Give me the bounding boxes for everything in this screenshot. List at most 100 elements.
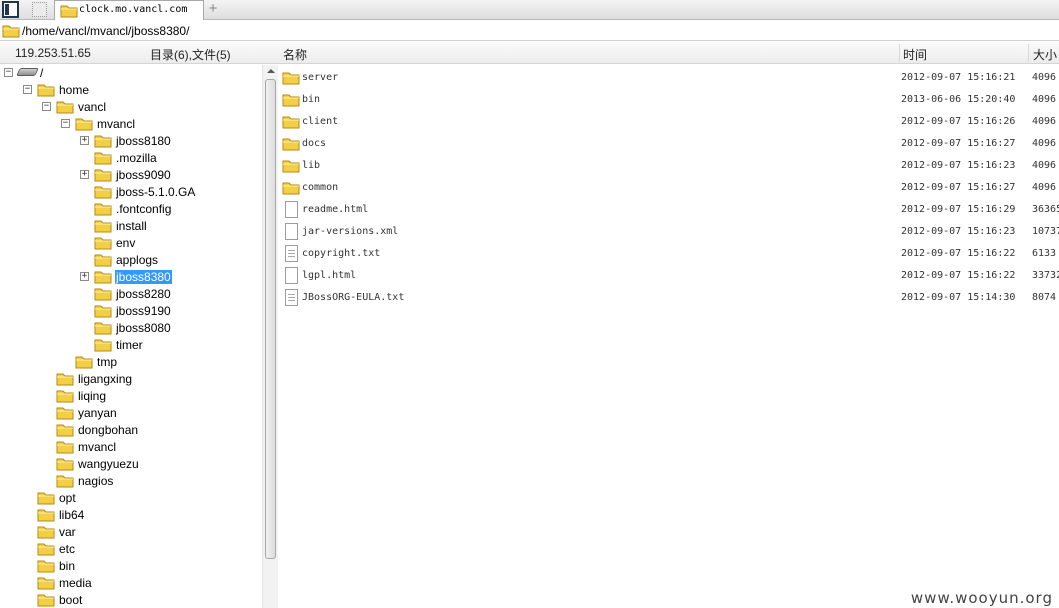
file-time: 2012-09-07 15:16:26 — [901, 116, 1016, 127]
folder-icon — [56, 373, 74, 386]
folder-icon — [37, 509, 55, 522]
tree-node-label: tmp — [97, 355, 118, 369]
tree-node-label: jboss8280 — [116, 287, 171, 301]
file-name: docs — [302, 138, 327, 149]
collapse-icon[interactable]: − — [23, 85, 32, 94]
file-row[interactable]: client 2012-09-07 15:16:26 4096 — [279, 111, 1059, 133]
tree-node-label: media — [59, 576, 92, 590]
folder-icon — [56, 475, 74, 488]
folder-icon — [94, 322, 112, 335]
file-name: common — [302, 182, 339, 193]
file-row[interactable]: bin 2013-06-06 15:20:40 4096 — [279, 89, 1059, 111]
collapse-icon[interactable]: − — [42, 102, 51, 111]
expand-icon[interactable]: + — [80, 272, 89, 281]
file-time: 2012-09-07 15:16:23 — [901, 226, 1016, 237]
folder-icon — [37, 492, 55, 505]
tab-bar: clock.mo.vancl.com + — [0, 0, 1059, 20]
tree-node-label: mvancl — [97, 117, 136, 131]
panel-toggle-icon[interactable] — [2, 1, 19, 18]
tree-node-label: wangyuezu — [78, 457, 139, 471]
tree-node-label: jboss8380 — [115, 270, 172, 284]
file-time: 2012-09-07 15:16:27 — [901, 182, 1016, 193]
column-name-header[interactable]: 名称 — [283, 46, 307, 63]
column-size-header[interactable]: 大小 — [1033, 46, 1057, 63]
folder-icon — [60, 5, 78, 18]
file-size: 8074 — [1032, 292, 1057, 303]
file-name: server — [302, 72, 339, 83]
tree-node-label: dongbohan — [78, 423, 139, 437]
tree-node-label: nagios — [78, 474, 114, 488]
file-row[interactable]: readme.html 2012-09-07 15:16:29 36365 — [279, 199, 1059, 221]
column-divider[interactable] — [1028, 44, 1029, 62]
scrollbar-thumb[interactable] — [265, 79, 276, 559]
folder-icon — [37, 577, 55, 590]
blank-tab-icon[interactable] — [32, 2, 47, 17]
tree-node-label: boot — [59, 593, 83, 607]
file-time: 2012-09-07 15:16:29 — [901, 204, 1016, 215]
file-icon — [285, 267, 298, 284]
new-tab-button[interactable]: + — [206, 1, 220, 17]
file-list: server 2012-09-07 15:16:21 4096 bin 2013-06-… — [279, 65, 1059, 608]
file-icon — [285, 201, 298, 218]
file-name: JBossORG-EULA.txt — [302, 292, 405, 303]
folder-icon — [2, 25, 20, 38]
text-file-icon — [285, 245, 298, 262]
file-name: client — [302, 116, 339, 127]
item-counts: 目录(6),文件(5) — [150, 48, 231, 62]
file-size: 36365 — [1032, 204, 1059, 215]
file-icon — [285, 223, 298, 240]
expand-icon[interactable]: + — [80, 170, 89, 179]
file-size: 4096 — [1032, 116, 1057, 127]
tab-clock-mo-vancl[interactable]: clock.mo.vancl.com — [54, 0, 204, 20]
address-path[interactable]: /home/vancl/mvancl/jboss8380/ — [22, 24, 189, 38]
tree-node-label: liqing — [78, 389, 107, 403]
column-time-header[interactable]: 时间 — [903, 46, 927, 63]
file-time: 2012-09-07 15:16:23 — [901, 160, 1016, 171]
folder-icon — [94, 220, 112, 233]
file-row[interactable]: docs 2012-09-07 15:16:27 4096 — [279, 133, 1059, 155]
folder-icon — [282, 138, 300, 151]
address-bar[interactable]: /home/vancl/mvancl/jboss8380/ — [0, 21, 1059, 41]
folder-icon — [94, 288, 112, 301]
file-row[interactable]: JBossORG-EULA.txt 2012-09-07 15:14:30 8074 — [279, 287, 1059, 309]
folder-icon — [56, 458, 74, 471]
folder-icon — [75, 356, 93, 369]
tree-node-label: / — [40, 66, 44, 80]
folder-icon — [56, 390, 74, 403]
tree-node-label: jboss8180 — [116, 134, 171, 148]
file-time: 2012-09-07 15:16:22 — [901, 270, 1016, 281]
file-name: copyright.txt — [302, 248, 381, 259]
tree-node-label: var — [59, 525, 76, 539]
tab-label: clock.mo.vancl.com — [79, 4, 188, 15]
scroll-up-icon[interactable] — [267, 69, 275, 73]
tree-node-label: jboss9190 — [116, 304, 171, 318]
file-row[interactable]: copyright.txt 2012-09-07 15:16:22 6133 — [279, 243, 1059, 265]
folder-icon — [94, 254, 112, 267]
column-divider[interactable] — [899, 44, 900, 62]
file-size: 4096 — [1032, 94, 1057, 105]
tree-scrollbar[interactable] — [262, 65, 278, 608]
list-header: 119.253.51.65 目录(6),文件(5) 名称 时间 大小 — [0, 42, 1059, 64]
collapse-icon[interactable]: − — [61, 119, 70, 128]
tree-node-label: etc — [59, 542, 76, 556]
tree-node-label: lib64 — [59, 508, 85, 522]
collapse-icon[interactable]: − — [4, 68, 13, 77]
folder-icon — [282, 72, 300, 85]
file-row[interactable]: server 2012-09-07 15:16:21 4096 — [279, 67, 1059, 89]
file-row[interactable]: common 2012-09-07 15:16:27 4096 — [279, 177, 1059, 199]
file-name: jar-versions.xml — [302, 226, 399, 237]
folder-icon — [37, 594, 55, 607]
file-size: 4096 — [1032, 160, 1057, 171]
tree-node-label: .mozilla — [116, 151, 157, 165]
file-row[interactable]: lib 2012-09-07 15:16:23 4096 — [279, 155, 1059, 177]
file-row[interactable]: jar-versions.xml 2012-09-07 15:16:23 10737 — [279, 221, 1059, 243]
folder-icon — [37, 526, 55, 539]
folder-icon — [282, 160, 300, 173]
tree-node-label: install — [116, 219, 147, 233]
folder-icon — [37, 543, 55, 556]
folder-icon — [94, 339, 112, 352]
file-size: 6133 — [1032, 248, 1057, 259]
file-row[interactable]: lgpl.html 2012-09-07 15:16:22 33732 — [279, 265, 1059, 287]
tree-node-label: bin — [59, 559, 76, 573]
expand-icon[interactable]: + — [80, 136, 89, 145]
